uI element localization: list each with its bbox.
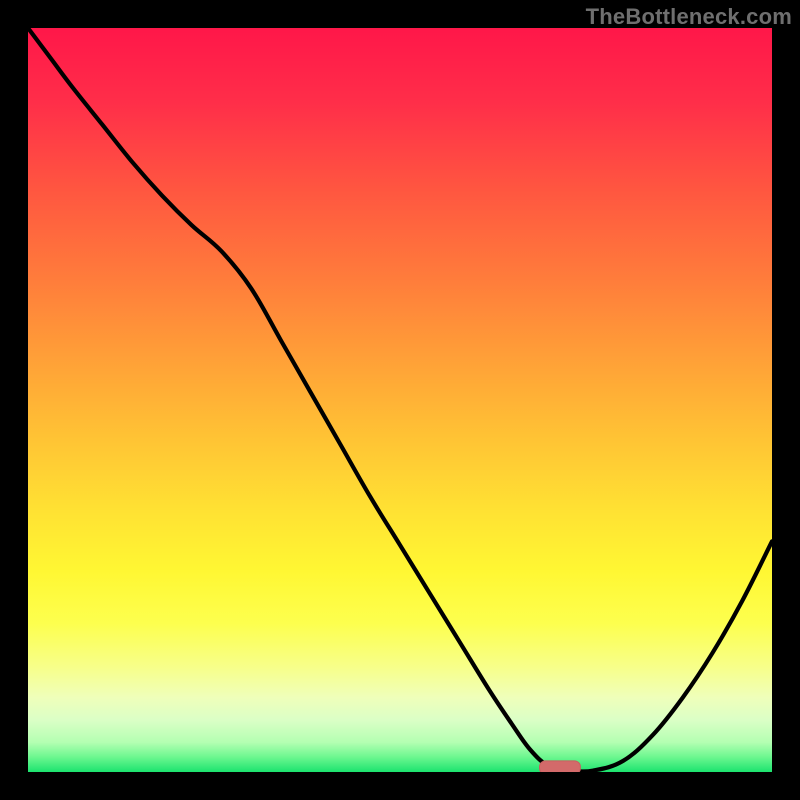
bottleneck-curve <box>28 28 772 771</box>
highlight-marker <box>540 761 581 772</box>
chart-frame: TheBottleneck.com <box>0 0 800 800</box>
plot-area <box>28 28 772 772</box>
curve-layer <box>28 28 772 772</box>
watermark-text: TheBottleneck.com <box>586 4 792 30</box>
